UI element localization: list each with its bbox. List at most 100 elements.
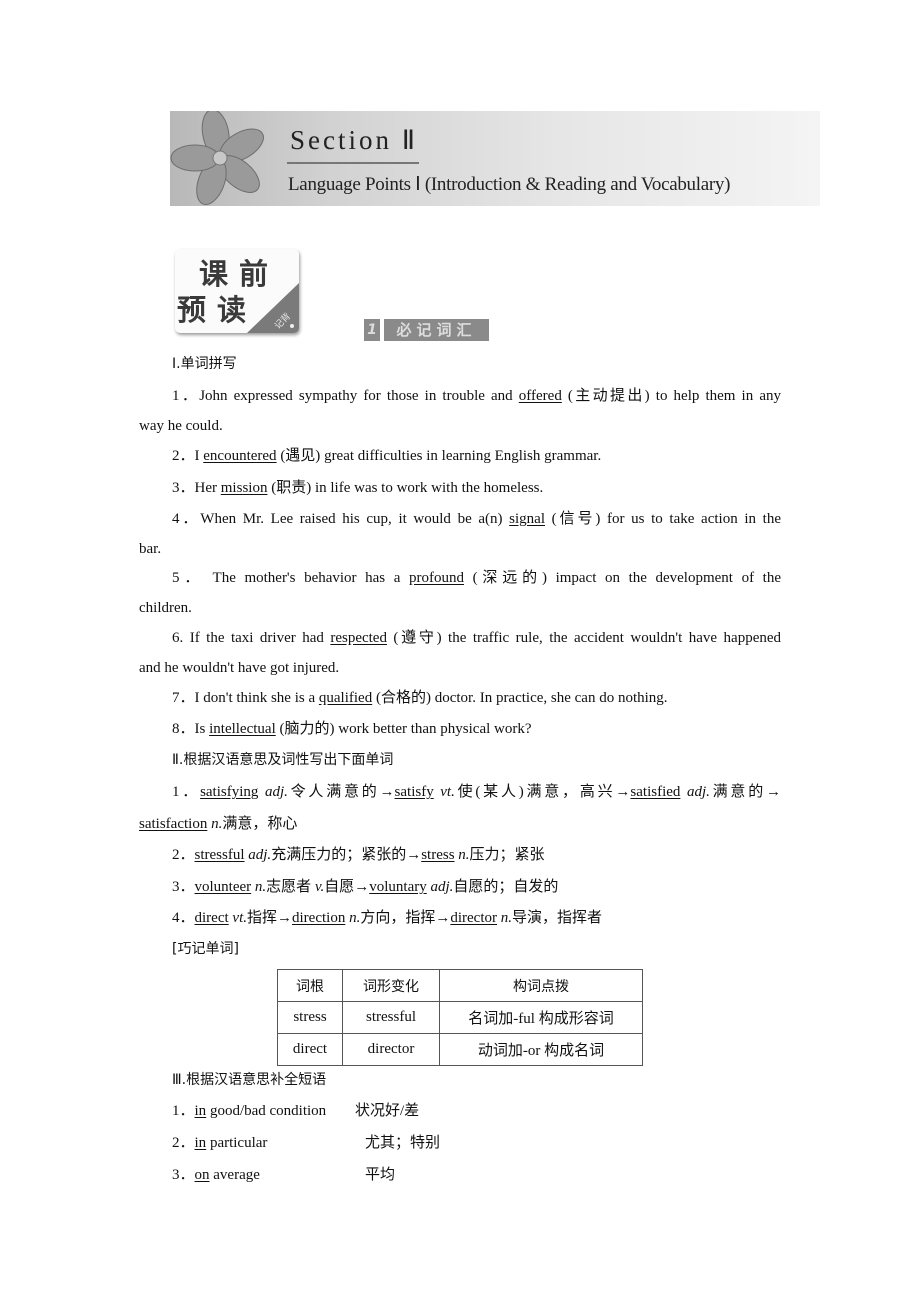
- section-tag: 1 必记词汇: [364, 319, 489, 341]
- part-of-speech: n.: [500, 910, 512, 926]
- section-title: Section Ⅱ: [290, 125, 419, 155]
- part3-heading: Ⅲ.根据汉语意思补全短语: [172, 1072, 327, 1088]
- answer-blank: satisfaction: [139, 816, 208, 832]
- answer-blank: direct: [194, 910, 229, 926]
- answer-blank: direction: [292, 910, 346, 926]
- item-number: 3．: [172, 480, 195, 496]
- table-row: stress stressful 名词加-ful 构成形容词: [277, 1001, 643, 1034]
- item-text: children.: [139, 600, 192, 616]
- hint: (脑力的): [275, 721, 335, 737]
- part-of-speech: adj.: [264, 784, 288, 800]
- answer-blank: respected: [330, 630, 387, 646]
- meaning: 压力；紧张: [469, 847, 545, 863]
- item-text: I: [194, 448, 204, 464]
- tag-number: 1: [364, 319, 380, 341]
- answer-blank: satisfying: [200, 784, 259, 800]
- answer-blank: offered: [518, 388, 562, 404]
- item-text: I don't think she is a: [194, 690, 319, 706]
- part3-item-2: 2．in particular: [172, 1133, 267, 1153]
- answer-blank: volunteer: [194, 879, 252, 895]
- meaning: 方向，指挥→: [360, 910, 451, 926]
- part1-item-3: 3．Her mission (职责) in life was to work w…: [172, 478, 543, 498]
- part-of-speech: vt.: [232, 910, 247, 926]
- tip-label: [巧记单词]: [172, 941, 239, 957]
- table-cell: director: [342, 1033, 440, 1066]
- section-banner: Section Ⅱ Language Points Ⅰ (Introductio…: [170, 111, 820, 206]
- part2-heading: Ⅱ.根据汉语意思及词性写出下面单词: [172, 752, 394, 768]
- part1-item-7: 7．I don't think she is a qualified (合格的)…: [172, 688, 668, 708]
- dot-icon: [290, 324, 294, 328]
- part1-item-8: 8．Is intellectual (脑力的) work better than…: [172, 719, 532, 739]
- table-cell: stress: [277, 1001, 343, 1034]
- part3-item-1: 1．in good/bad condition: [172, 1101, 326, 1121]
- answer-blank: on: [194, 1167, 210, 1183]
- part-of-speech: vt.: [440, 784, 455, 800]
- part-of-speech: n.: [211, 816, 223, 832]
- title-divider: [287, 162, 419, 164]
- meaning: 充满压力的；紧张的→: [271, 847, 422, 863]
- part-of-speech: adj.: [430, 879, 454, 895]
- item-text: work better than physical work?: [334, 721, 532, 737]
- item-number: 4．: [172, 910, 195, 926]
- meaning: 自愿→: [324, 879, 370, 895]
- phrase-meaning: 平均: [365, 1167, 396, 1183]
- item-number: 8．: [172, 721, 195, 737]
- meaning: 令人满意的→: [287, 784, 395, 800]
- meaning: 志愿者: [266, 879, 315, 895]
- word-formation-table: 词根 词形变化 构词点拨 stress stressful 名词加-ful 构成…: [277, 969, 643, 1066]
- item-number: 4．: [172, 511, 201, 527]
- part2-item-4: 4．direct vt.指挥→direction n.方向，指挥→directo…: [172, 908, 602, 928]
- item-text: doctor. In practice, she can do nothing.: [430, 690, 668, 706]
- part1-item-2: 2．I encountered (遇见) great difficulties …: [172, 446, 601, 466]
- answer-blank: qualified: [318, 690, 373, 706]
- item-text: way he could.: [139, 418, 223, 434]
- meaning: 满意，称心: [222, 816, 298, 832]
- part2-item-3: 3．volunteer n.志愿者 v.自愿→voluntary adj.自愿的…: [172, 877, 558, 897]
- item-text: to help them in any: [649, 388, 781, 404]
- hint: (主动提出): [561, 388, 650, 404]
- phrase-text: average: [209, 1167, 260, 1183]
- answer-blank: in: [194, 1135, 207, 1151]
- phrase-meaning: 尤其；特别: [365, 1135, 441, 1151]
- item-text: the traffic rule, the accident wouldn't …: [441, 630, 782, 646]
- phrase-meaning: 状况好/差: [355, 1103, 420, 1119]
- item-number: 2．: [172, 1135, 195, 1151]
- answer-blank: satisfy: [394, 784, 434, 800]
- part-of-speech: v.: [314, 879, 325, 895]
- item-number: 6.: [172, 630, 184, 646]
- answer-blank: stressful: [194, 847, 245, 863]
- item-number: 3．: [172, 1167, 195, 1183]
- answer-blank: director: [450, 910, 497, 926]
- answer-blank: signal: [509, 511, 546, 527]
- table-header: 构词点拨: [439, 969, 643, 1002]
- item-text: for us to take action in the: [600, 511, 781, 527]
- item-number: 1．: [172, 1103, 195, 1119]
- answer-blank: encountered: [203, 448, 277, 464]
- meaning: 使(某人)满意，高兴→: [454, 784, 631, 800]
- item-number: 7．: [172, 690, 195, 706]
- part1-heading: Ⅰ.单词拼写: [172, 356, 237, 372]
- part-of-speech: n.: [254, 879, 267, 895]
- item-text: and he wouldn't have got injured.: [139, 660, 340, 676]
- part2-item-2: 2．stressful adj.充满压力的；紧张的→stress n.压力；紧张: [172, 845, 545, 865]
- table-cell: 动词加-or 构成名词: [439, 1033, 643, 1066]
- item-number: 1．: [172, 784, 201, 800]
- part-of-speech: adj.: [686, 784, 710, 800]
- table-header: 词根: [277, 969, 343, 1002]
- table-header: 词形变化: [342, 969, 440, 1002]
- item-number: 1．: [172, 388, 200, 404]
- answer-blank: in: [194, 1103, 207, 1119]
- answer-blank: satisfied: [630, 784, 681, 800]
- hint: (遇见): [276, 448, 321, 464]
- part-of-speech: n.: [458, 847, 470, 863]
- hint: (深远的): [464, 570, 547, 586]
- flower-icon: [170, 111, 264, 205]
- item-text: The mother's behavior has a: [212, 570, 409, 586]
- item-number: 5．: [172, 570, 205, 586]
- preview-badge: 课前 预读 记背: [175, 249, 299, 333]
- meaning: 导演，指挥者: [512, 910, 603, 926]
- table-row: direct director 动词加-or 构成名词: [277, 1033, 643, 1066]
- section-subtitle: Language Points Ⅰ (Introduction & Readin…: [288, 174, 731, 195]
- answer-blank: stress: [421, 847, 455, 863]
- item-text: great difficulties in learning English g…: [320, 448, 602, 464]
